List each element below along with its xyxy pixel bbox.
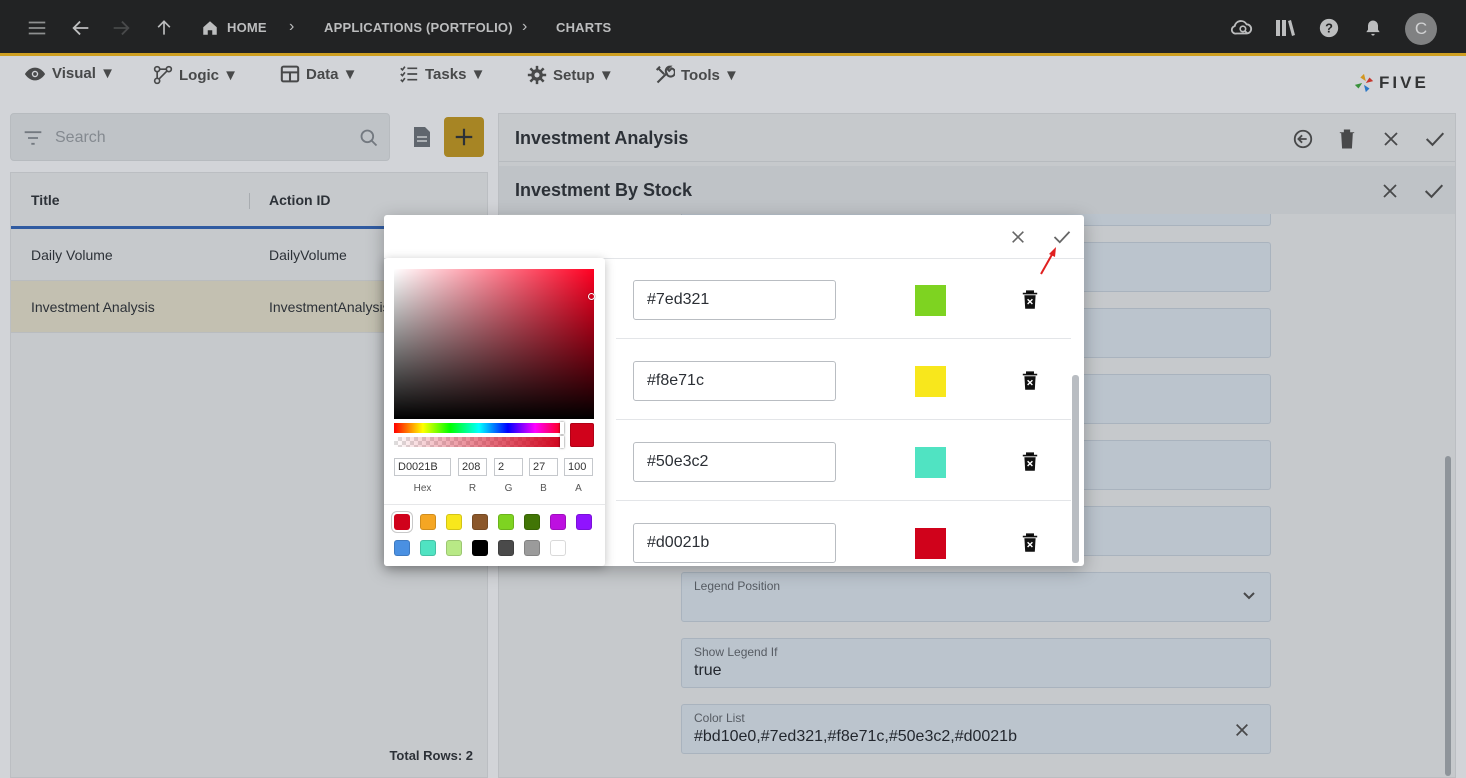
color-hex-input[interactable]: [633, 442, 836, 482]
color-row: [616, 339, 1071, 420]
hue-slider[interactable]: [394, 423, 564, 433]
green-label: G: [504, 483, 513, 494]
preset-swatch[interactable]: [550, 514, 566, 530]
color-hex-input[interactable]: [633, 361, 836, 401]
blue-field[interactable]: [529, 458, 558, 476]
dialog-scrollbar[interactable]: [1072, 375, 1079, 563]
delete-color-icon[interactable]: [1018, 530, 1042, 556]
hex-field[interactable]: [394, 458, 451, 476]
color-hex-input[interactable]: [633, 523, 836, 563]
preset-swatch[interactable]: [394, 514, 410, 530]
alpha-handle[interactable]: [560, 436, 564, 448]
alpha-label: A: [575, 483, 582, 494]
color-swatch[interactable]: [915, 528, 946, 559]
color-swatch[interactable]: [915, 447, 946, 478]
color-row: [616, 501, 1071, 582]
preset-swatch[interactable]: [472, 540, 488, 556]
preset-swatch[interactable]: [498, 514, 514, 530]
preset-swatch[interactable]: [394, 540, 410, 556]
dialog-close-icon[interactable]: [1005, 224, 1031, 250]
dialog-header: [384, 215, 1084, 275]
preset-swatch[interactable]: [524, 540, 540, 556]
hue-handle[interactable]: [560, 422, 564, 434]
color-picker: Hex R G B A: [384, 258, 605, 566]
color-row: [616, 258, 1071, 339]
color-swatch[interactable]: [915, 366, 946, 397]
delete-color-icon[interactable]: [1018, 287, 1042, 313]
green-field[interactable]: [494, 458, 523, 476]
saturation-handle[interactable]: [588, 293, 595, 300]
preset-swatch[interactable]: [446, 514, 462, 530]
delete-color-icon[interactable]: [1018, 449, 1042, 475]
picker-divider: [384, 504, 605, 505]
preset-swatch[interactable]: [472, 514, 488, 530]
saturation-area[interactable]: [394, 269, 594, 419]
preset-swatch[interactable]: [550, 540, 566, 556]
preset-swatch[interactable]: [420, 514, 436, 530]
color-row: [616, 420, 1071, 501]
preset-swatch[interactable]: [524, 514, 540, 530]
preset-swatch[interactable]: [446, 540, 462, 556]
red-field[interactable]: [458, 458, 487, 476]
preset-swatch[interactable]: [498, 540, 514, 556]
hex-label: Hex: [413, 483, 432, 494]
blue-label: B: [540, 483, 547, 494]
red-label: R: [468, 483, 477, 494]
color-hex-input[interactable]: [633, 280, 836, 320]
alpha-field[interactable]: [564, 458, 593, 476]
preset-swatch[interactable]: [420, 540, 436, 556]
alpha-slider[interactable]: [394, 437, 564, 447]
delete-color-icon[interactable]: [1018, 368, 1042, 394]
color-preview: [570, 423, 594, 447]
preset-swatch[interactable]: [576, 514, 592, 530]
color-swatch[interactable]: [915, 285, 946, 316]
